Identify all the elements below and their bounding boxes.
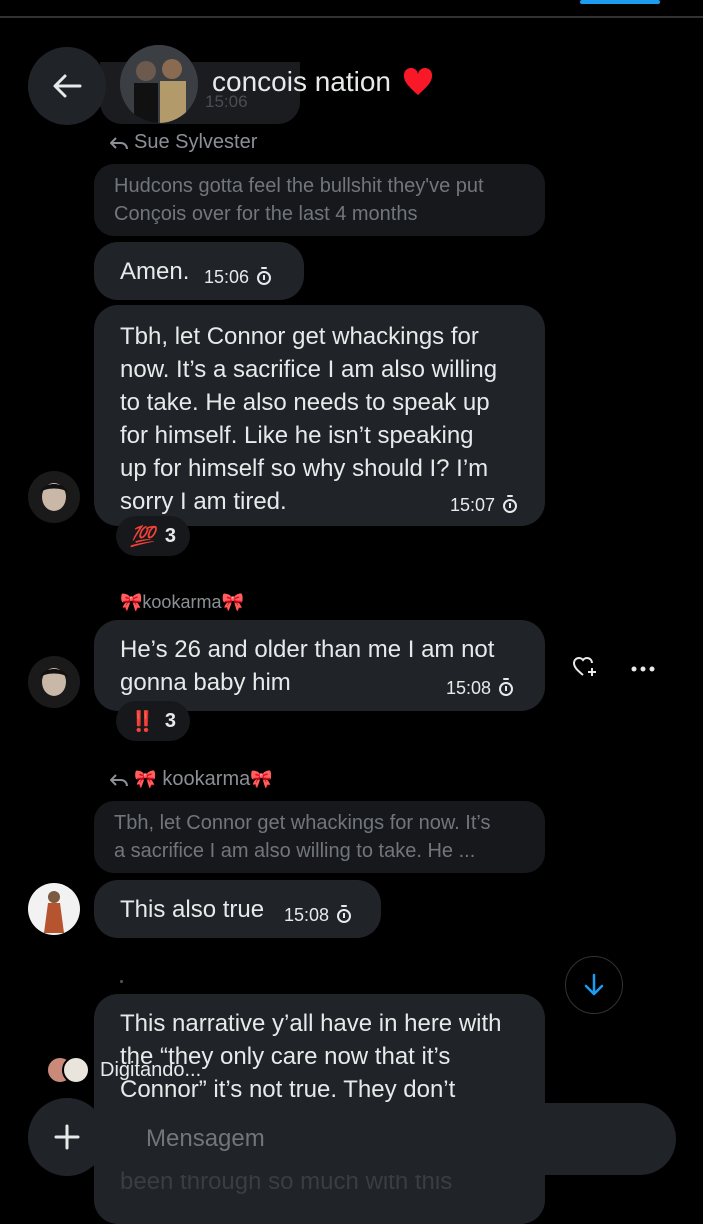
message-line: This narrative y’all have in here with xyxy=(120,1010,502,1037)
plus-icon xyxy=(54,1124,80,1150)
react-heart-plus-icon xyxy=(572,657,596,676)
group-avatar[interactable] xyxy=(120,45,198,123)
reaction-emoji: ‼️ xyxy=(130,710,155,733)
message-bubble[interactable]: He’s 26 and older than me I am not gonna… xyxy=(94,620,545,711)
timer-icon xyxy=(499,677,514,696)
sender-avatar[interactable] xyxy=(28,471,80,523)
message-time: 15:07 xyxy=(450,494,518,516)
chat-title[interactable]: concois nation xyxy=(212,66,433,98)
message-time: 15:08 xyxy=(446,677,514,699)
react-button[interactable] xyxy=(572,654,598,683)
reaction-count: 3 xyxy=(164,709,177,732)
time-text: 15:08 xyxy=(446,678,492,698)
reply-to-name: kookarma xyxy=(162,768,251,790)
sender-avatar[interactable] xyxy=(28,883,80,935)
message-line: He’s 26 and older than me I am not xyxy=(120,636,495,663)
bow-emoji: 🎀 xyxy=(250,769,273,789)
quote-line: Hudcons gotta feel the bullshit they've … xyxy=(114,175,484,197)
message-text: Amen. xyxy=(120,258,190,285)
quote-line: Conçois over for the last 4 months xyxy=(114,203,418,225)
reaction-pill[interactable]: ‼️ 3 xyxy=(116,701,191,741)
message-line: Tbh, let Connor get whackings for xyxy=(120,323,479,350)
quoted-message[interactable]: Hudcons gotta feel the bullshit they've … xyxy=(94,164,545,236)
top-divider xyxy=(0,16,703,18)
message-line: gonna baby him xyxy=(120,669,291,696)
sender-name-text: kookarma xyxy=(142,592,222,612)
scroll-down-arrow-icon xyxy=(584,973,604,996)
quote-line: a sacrifice I am also willing to take. H… xyxy=(114,840,476,862)
message-bubble[interactable]: This also true 15:08 xyxy=(94,880,381,938)
message-time: 15:06 xyxy=(204,266,272,288)
sender-avatar[interactable] xyxy=(28,656,80,708)
message-text: This also true xyxy=(120,896,265,923)
time-text: 15:08 xyxy=(284,905,330,925)
timer-icon xyxy=(257,266,272,285)
message-line: for himself. Like he isn’t speaking xyxy=(120,422,474,449)
message-bubble[interactable]: Tbh, let Connor get whackings for now. I… xyxy=(94,305,545,526)
timer-icon xyxy=(337,904,352,923)
message-input-placeholder: Mensagem xyxy=(146,1125,265,1152)
message-bubble[interactable]: Amen. 15:06 xyxy=(94,242,304,300)
separator-dot xyxy=(120,980,123,983)
reply-header: Sue Sylvester xyxy=(110,131,257,154)
attach-button[interactable] xyxy=(28,1098,106,1176)
reply-header: 🎀 kookarma 🎀 xyxy=(110,768,273,791)
heart-icon xyxy=(404,68,433,95)
bow-emoji: 🎀 xyxy=(120,592,143,612)
message-input[interactable]: Mensagem xyxy=(120,1103,676,1175)
more-dots-icon xyxy=(631,666,655,672)
time-text: 15:07 xyxy=(450,495,496,515)
quoted-message[interactable]: Tbh, let Connor get whackings for now. I… xyxy=(94,801,545,873)
message-line: up for himself so why should I? I’m xyxy=(120,455,489,482)
typing-avatars xyxy=(46,1056,92,1084)
message-line: now. It’s a sacrifice I am also willing xyxy=(120,356,498,383)
sender-name: 🎀 kookarma 🎀 xyxy=(120,592,244,613)
bow-emoji: 🎀 xyxy=(134,769,157,789)
reply-to-name: Sue Sylvester xyxy=(134,131,258,153)
bow-emoji: 🎀 xyxy=(221,592,244,612)
reply-arrow-icon xyxy=(110,136,128,149)
back-arrow-icon xyxy=(53,74,82,98)
chat-title-text: concois nation xyxy=(212,66,392,97)
typing-indicator: Digitando... xyxy=(46,1056,201,1084)
reaction-count: 3 xyxy=(164,524,177,547)
more-button[interactable] xyxy=(630,660,656,678)
timer-icon xyxy=(503,494,518,513)
reaction-emoji: 💯 xyxy=(130,525,155,548)
message-line: sorry I am tired. xyxy=(120,488,287,515)
scroll-down-button[interactable] xyxy=(565,956,623,1014)
reaction-pill[interactable]: 💯 3 xyxy=(116,516,191,556)
message-line: to take. He also needs to speak up xyxy=(120,389,490,416)
quote-line: Tbh, let Connor get whackings for now. I… xyxy=(114,812,491,834)
back-button[interactable] xyxy=(28,47,106,125)
message-time: 15:08 xyxy=(284,904,352,926)
typing-label: Digitando... xyxy=(100,1058,202,1081)
time-text: 15:06 xyxy=(204,267,250,287)
status-indicator xyxy=(580,0,660,4)
typing-avatar xyxy=(62,1056,90,1084)
reply-arrow-icon xyxy=(110,773,128,786)
